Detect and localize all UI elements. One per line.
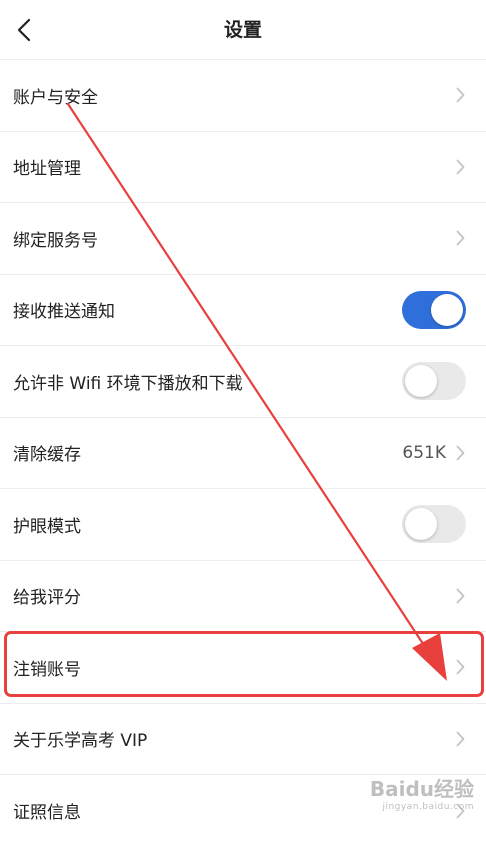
settings-item-bind-service[interactable]: 绑定服务号 xyxy=(0,203,486,275)
settings-item-label: 接收推送通知 xyxy=(13,302,115,323)
toggle-knob xyxy=(405,508,437,541)
settings-item-account-security[interactable]: 账户与安全 xyxy=(0,60,486,132)
push-notifications-toggle[interactable] xyxy=(402,290,466,329)
chevron-right-icon xyxy=(454,444,466,462)
settings-item-label: 绑定服务号 xyxy=(13,230,98,251)
chevron-right-icon xyxy=(454,229,466,247)
chevron-right-icon xyxy=(454,587,466,605)
eye-protection-toggle[interactable] xyxy=(402,505,466,544)
page-title: 设置 xyxy=(223,19,262,41)
settings-item-rate-app[interactable]: 给我评分 xyxy=(0,561,486,632)
settings-item-label: 地址管理 xyxy=(13,159,81,180)
chevron-right-icon xyxy=(454,86,466,104)
settings-item-push-notifications: 接收推送通知 xyxy=(0,275,486,346)
cache-size-value: 651K xyxy=(402,442,446,463)
settings-item-label: 注销账号 xyxy=(13,659,81,680)
non-wifi-download-toggle[interactable] xyxy=(402,362,466,401)
settings-item-label: 护眼模式 xyxy=(13,516,81,537)
settings-item-label: 账户与安全 xyxy=(13,87,98,108)
chevron-right-icon xyxy=(454,730,466,748)
chevron-right-icon xyxy=(454,802,466,820)
settings-item-label: 清除缓存 xyxy=(13,445,81,466)
settings-item-about-vip[interactable]: 关于乐学高考 VIP xyxy=(0,704,486,775)
settings-item-eye-protection: 护眼模式 xyxy=(0,489,486,561)
settings-item-label: 关于乐学高考 VIP xyxy=(13,731,148,752)
settings-item-non-wifi-download: 允许非 Wifi 环境下播放和下载 xyxy=(0,346,486,418)
toggle-knob xyxy=(431,293,463,326)
chevron-right-icon xyxy=(454,158,466,176)
settings-item-label: 证照信息 xyxy=(13,803,81,824)
settings-item-cancel-account[interactable]: 注销账号 xyxy=(0,632,486,704)
settings-item-clear-cache[interactable]: 清除缓存 651K xyxy=(0,418,486,489)
chevron-right-icon xyxy=(454,658,466,676)
settings-item-address[interactable]: 地址管理 xyxy=(0,132,486,203)
toggle-knob xyxy=(405,365,437,398)
settings-item-license-info[interactable]: 证照信息 xyxy=(0,775,486,847)
settings-item-label: 给我评分 xyxy=(13,588,81,609)
settings-list: 账户与安全 地址管理 绑定服务号 接收推送通知 允许非 Wifi 环境下播放和下… xyxy=(0,60,486,847)
settings-item-label: 允许非 Wifi 环境下播放和下载 xyxy=(13,373,243,394)
nav-bar: 设置 xyxy=(0,0,486,60)
